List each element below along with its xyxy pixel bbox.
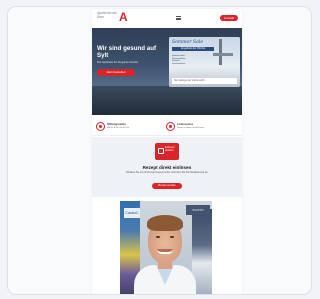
promo-card[interactable]: Sommer Sale Angebote der Woche Sonnensch…	[169, 37, 240, 87]
promo-footer: Nur solange der Vorrat reicht	[172, 78, 237, 84]
person-hair	[147, 215, 183, 231]
hero-title: Wir sind gesund auf Sylt	[97, 45, 157, 59]
sign-right: eucerin	[186, 205, 210, 215]
logo-mark[interactable]: A	[119, 11, 128, 23]
contact-button[interactable]: Kontakt	[220, 15, 238, 21]
promo-bar: Angebote der Woche	[172, 47, 214, 51]
hero-subtitle: Ihre Apotheke für die ganze Familie	[97, 61, 138, 64]
delivery-text: Direkt zu Ihnen nach Hause	[177, 127, 204, 129]
rezept-badge-text: E-Rezept einlösen	[165, 147, 175, 152]
logo-text[interactable]: Apotheke am Dom	[97, 11, 119, 19]
delivery-title: Lieferservice	[177, 123, 194, 126]
prescription-icon	[158, 148, 164, 154]
hero-background	[92, 86, 242, 115]
info-strip: Öffnungszeiten Mo–Fr 8:00–18:30 Uhr Lief…	[92, 118, 242, 136]
promo-lighthouse	[219, 39, 222, 65]
rezept-title: Rezept direkt einlösen	[142, 165, 192, 170]
hero-button[interactable]: Jetzt bestellen	[97, 69, 135, 76]
rezept-button[interactable]: Rezept senden	[152, 183, 182, 189]
person-eye	[156, 236, 160, 238]
hours-title: Öffnungszeiten	[107, 123, 126, 126]
delivery-icon	[166, 122, 175, 131]
person-eye	[170, 236, 174, 238]
promo-list: Sonnenschutz Reiseapotheke Vitamine Inse…	[172, 55, 208, 65]
promo-title: Sommer Sale	[172, 40, 204, 45]
promo-item: Insektenschutz	[172, 62, 186, 65]
hero-banner: Wir sind gesund auf Sylt Ihre Apotheke f…	[92, 28, 242, 115]
promo-lighthouse-top	[213, 53, 233, 56]
website-preview[interactable]: Apotheke am Dom A Kontakt Wir sind gesun…	[92, 9, 242, 294]
team-section: CardioC eucerin	[92, 197, 242, 294]
rezept-badge[interactable]: E-Rezept einlösen	[155, 143, 179, 160]
hours-text: Mo–Fr 8:00–18:30 Uhr	[107, 127, 130, 129]
person-smile	[157, 249, 173, 254]
clock-icon	[96, 122, 105, 131]
rezept-text: Schicken Sie uns Ihr Rezept bequem onlin…	[125, 172, 209, 174]
sign-left: CardioC	[124, 208, 140, 218]
menu-icon[interactable]	[176, 16, 181, 21]
rezept-section: E-Rezept einlösen Rezept direkt einlösen…	[92, 137, 242, 197]
pharmacist-photo: CardioC eucerin	[120, 201, 212, 294]
site-header: Apotheke am Dom A Kontakt	[92, 9, 242, 28]
preview-card: Apotheke am Dom A Kontakt Wir sind gesun…	[7, 6, 312, 295]
